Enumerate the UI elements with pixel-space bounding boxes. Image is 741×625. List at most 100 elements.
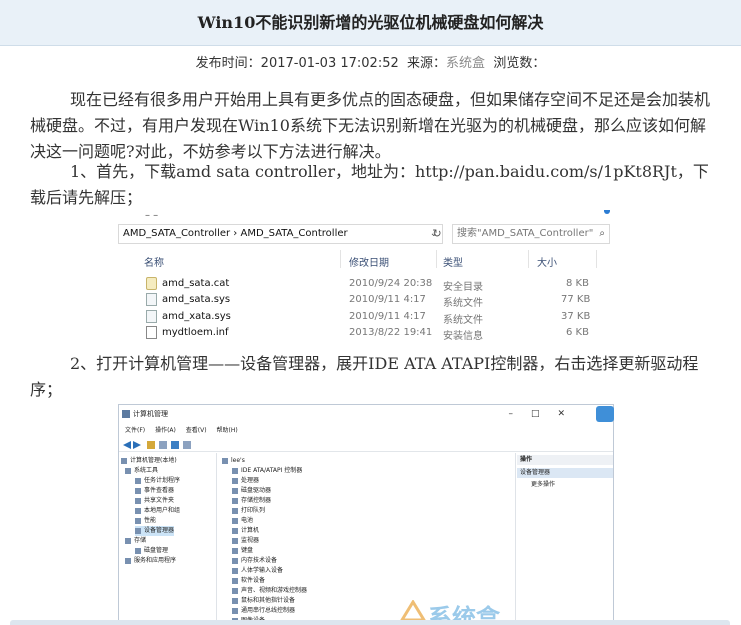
device-category-label: 鼠标和其他指针设备 <box>241 597 296 604</box>
device-category[interactable]: 内存技术设备 <box>232 556 277 566</box>
tree-item-label: 本地用户和组 <box>144 507 181 514</box>
tree-item[interactable]: 存储 <box>125 536 146 546</box>
tree-item[interactable]: 系统工具 <box>125 466 158 476</box>
file-size: 37 KB <box>561 311 591 322</box>
device-category-label: 监视器 <box>241 537 260 544</box>
folder-icon[interactable] <box>147 441 155 449</box>
intro-paragraph: 现在已经有很多用户开始用上具有更多优点的固态硬盘，但如果储存空间不足还是会加装机… <box>30 90 711 161</box>
tree-item[interactable]: 磁盘管理 <box>135 546 168 556</box>
device-category[interactable]: 软件设备 <box>232 576 265 586</box>
minimize-icon[interactable]: – <box>508 409 531 419</box>
device-category-label: 键盘 <box>241 547 254 554</box>
menu-file[interactable]: 文件(F) <box>125 427 145 434</box>
tree-item[interactable]: 服务和应用程序 <box>125 556 176 566</box>
file-name: amd_sata.cat <box>162 278 230 289</box>
file-type: 系统文件 <box>443 298 483 309</box>
device-category[interactable]: 通用串行总线控制器 <box>232 606 295 616</box>
column-type[interactable]: 类型 <box>443 254 463 269</box>
file-row[interactable]: amd_xata.sys 2010/9/11 4:17 系统文件 37 KB <box>118 309 612 326</box>
tree-item[interactable]: 任务计划程序 <box>135 476 180 486</box>
view-icon[interactable] <box>183 441 191 449</box>
tree-item[interactable]: 本地用户和组 <box>135 506 180 516</box>
back-arrow-icon[interactable] <box>123 441 131 449</box>
device-category[interactable]: 存储控制器 <box>232 496 271 506</box>
file-name: amd_sata.sys <box>162 294 231 305</box>
explorer-search-box[interactable]: 搜索"AMD_SATA_Controller" ⌕ <box>452 224 610 244</box>
tree-item[interactable]: 事件查看器 <box>135 486 174 496</box>
tree-item[interactable]: 计算机管理(本地) <box>121 456 177 466</box>
file-row[interactable]: amd_sata.sys 2010/9/11 4:17 系统文件 77 KB <box>118 292 612 309</box>
device-category-label: 磁盘驱动器 <box>241 487 272 494</box>
search-icon[interactable]: ⌕ <box>599 225 605 243</box>
actions-device-manager[interactable]: 设备管理器 <box>517 468 613 478</box>
device-root[interactable]: lee's <box>222 456 245 466</box>
device-category-label: 内存技术设备 <box>241 557 278 564</box>
system-file-icon <box>146 310 157 323</box>
mmc-tree-pane: 计算机管理(本地) 系统工具 任务计划程序 事件查看器 共享文件夹 本地用户和组… <box>119 453 217 624</box>
column-name[interactable]: 名称 <box>144 254 164 269</box>
file-size: 8 KB <box>566 278 589 289</box>
device-category[interactable]: 人体学输入设备 <box>232 566 283 576</box>
mmc-window-title: 计算机管理 <box>133 410 168 418</box>
column-date[interactable]: 修改日期 <box>349 254 389 269</box>
device-category[interactable]: 处理器 <box>232 476 259 486</box>
computer-management-icon <box>122 410 130 418</box>
tree-item-label: 任务计划程序 <box>144 477 181 484</box>
file-date: 2010/9/24 20:38 <box>349 278 433 289</box>
file-name: mydtloem.inf <box>162 327 229 338</box>
mmc-menu-bar: 文件(F) 操作(A) 查看(V) 帮助(H) <box>119 424 613 438</box>
catalog-file-icon <box>146 277 157 290</box>
tree-item-label: 存储 <box>134 537 147 544</box>
properties-icon[interactable] <box>159 441 167 449</box>
file-row[interactable]: amd_sata.cat 2010/9/24 20:38 安全目录 8 KB <box>118 276 612 293</box>
close-icon[interactable]: ✕ <box>557 409 583 419</box>
device-category[interactable]: 磁盘驱动器 <box>232 486 271 496</box>
computer-management-screenshot: 计算机管理 –□✕ 文件(F) 操作(A) 查看(V) 帮助(H) 计算机管理(… <box>118 404 614 625</box>
device-category[interactable]: 监视器 <box>232 536 259 546</box>
bottom-scroll-bar[interactable] <box>10 620 730 625</box>
device-category[interactable]: 打印队列 <box>232 506 265 516</box>
device-category-label: 计算机 <box>241 527 260 534</box>
tree-item-label: 系统工具 <box>134 467 159 474</box>
views-label: 浏览数： <box>493 56 546 71</box>
tree-item-label: 事件查看器 <box>144 487 175 494</box>
file-row[interactable]: mydtloem.inf 2013/8/22 19:41 安装信息 6 KB <box>118 325 612 342</box>
device-category[interactable]: 声音、视频和游戏控制器 <box>232 586 307 596</box>
file-size: 77 KB <box>561 294 591 305</box>
file-date: 2010/9/11 4:17 <box>349 294 426 305</box>
file-type: 安装信息 <box>443 331 483 342</box>
source-link[interactable]: 系统盒 <box>446 56 485 71</box>
maximize-icon[interactable]: □ <box>531 409 558 419</box>
tree-item[interactable]: 共享文件夹 <box>135 496 174 506</box>
publish-time: 2017-01-03 17:02:52 <box>260 56 399 71</box>
device-category-label: IDE ATA/ATAPI 控制器 <box>241 467 303 474</box>
device-category-label: 声音、视频和游戏控制器 <box>241 587 308 594</box>
explorer-column-header: 名称 修改日期 类型 大小 <box>118 248 612 270</box>
menu-help[interactable]: 帮助(H) <box>217 427 238 434</box>
tree-item-label: 设备管理器 <box>144 527 175 534</box>
column-size[interactable]: 大小 <box>537 254 557 269</box>
device-category-label: 处理器 <box>241 477 260 484</box>
explorer-address-bar[interactable]: AMD_SATA_Controller › AMD_SATA_Controlle… <box>118 224 443 244</box>
refresh-icon[interactable]: ↻ <box>428 224 446 244</box>
device-category[interactable]: 键盘 <box>232 546 253 556</box>
forward-arrow-icon[interactable] <box>133 441 141 449</box>
tree-item-device-manager[interactable]: 设备管理器 <box>135 526 175 536</box>
menu-action[interactable]: 操作(A) <box>155 427 176 434</box>
explorer-top-fragment: – – <box>145 210 159 221</box>
device-category[interactable]: 电池 <box>232 516 253 526</box>
explorer-edge-mark <box>604 210 610 214</box>
device-category[interactable]: 鼠标和其他指针设备 <box>232 596 295 606</box>
window-controls: –□✕ <box>508 405 583 423</box>
site-logo-icon <box>596 406 614 422</box>
setup-info-icon <box>146 326 157 339</box>
help-icon[interactable] <box>171 441 179 449</box>
actions-more[interactable]: 更多操作 <box>531 480 555 490</box>
device-category[interactable]: IDE ATA/ATAPI 控制器 <box>232 466 302 476</box>
device-category[interactable]: 计算机 <box>232 526 259 536</box>
menu-view[interactable]: 查看(V) <box>186 427 207 434</box>
file-type: 安全目录 <box>443 282 483 293</box>
device-category-label: 软件设备 <box>241 577 266 584</box>
tree-item[interactable]: 性能 <box>135 516 156 526</box>
tree-item-label: 共享文件夹 <box>144 497 175 504</box>
